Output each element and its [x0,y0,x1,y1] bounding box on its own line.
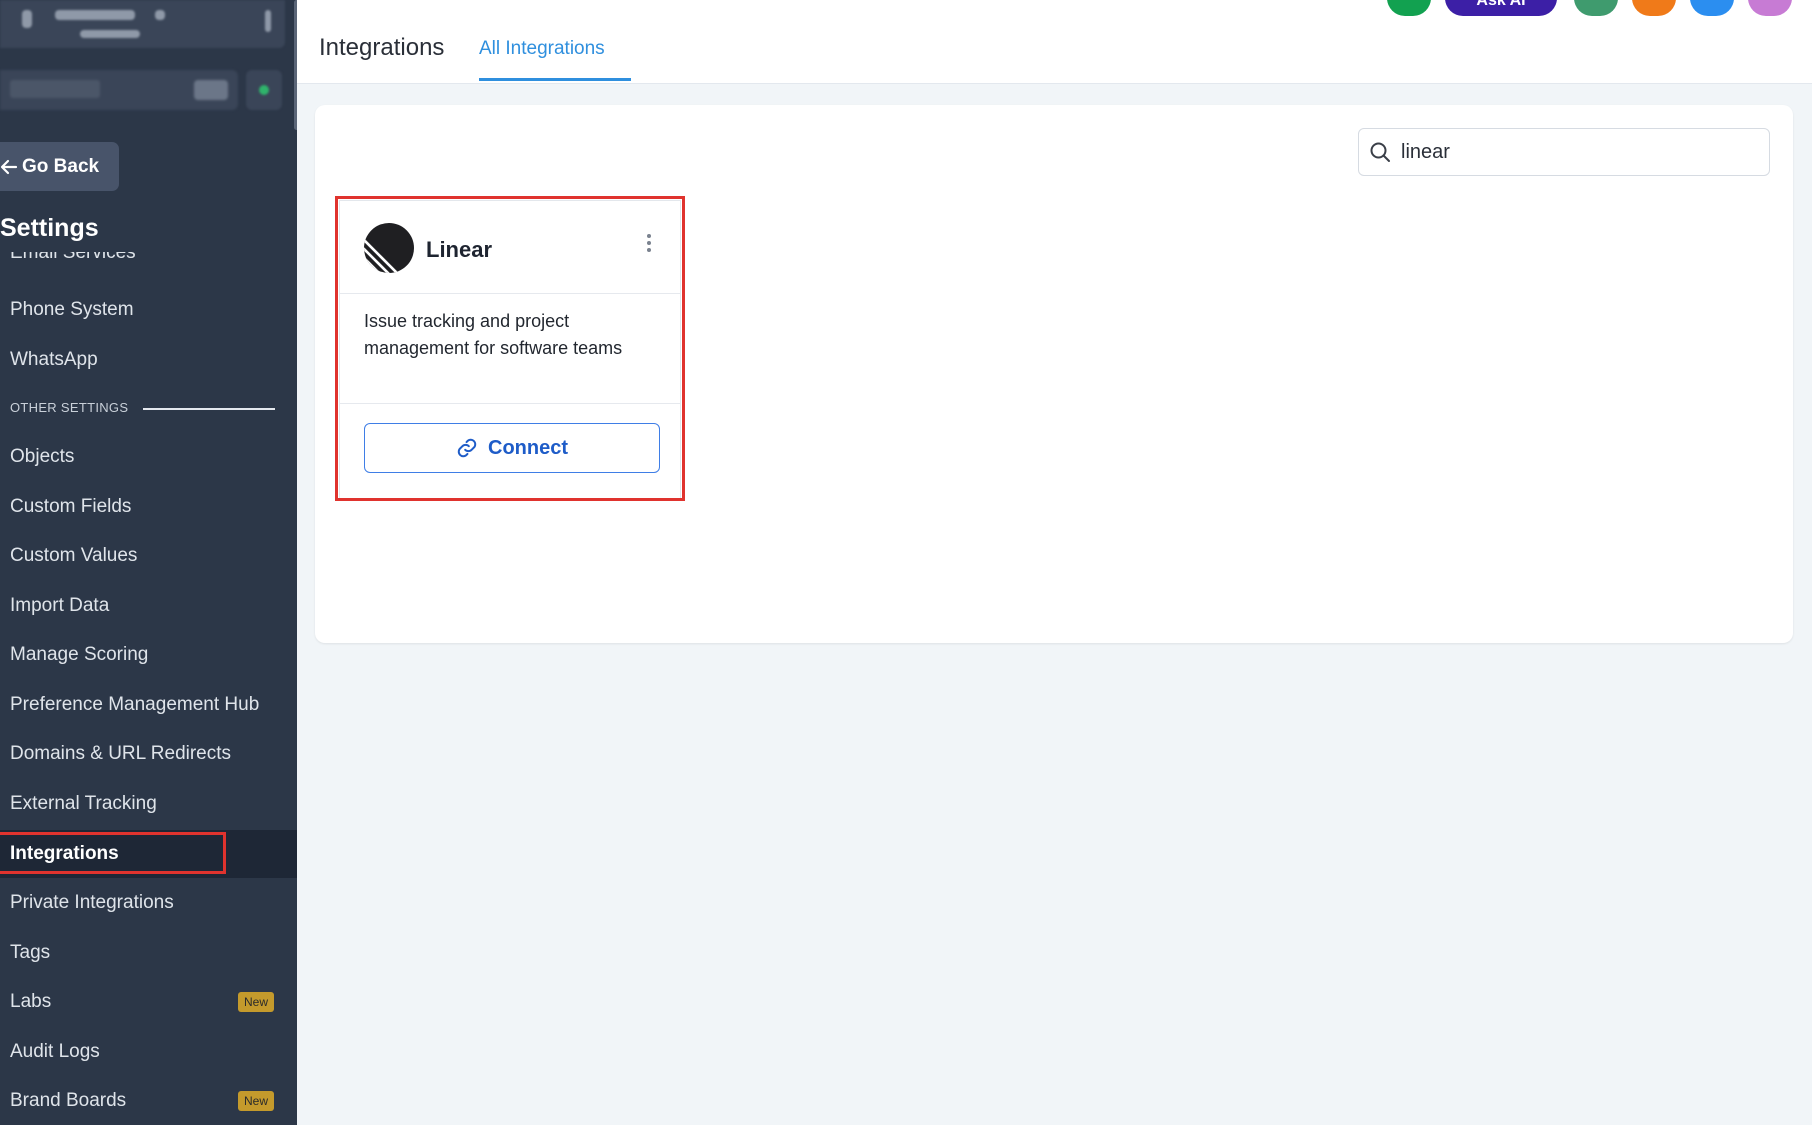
connect-button[interactable]: Connect [364,423,660,473]
sidebar-item-import-data[interactable]: Import Data [0,582,297,630]
go-back-label: Go Back [22,155,100,177]
page-header: Integrations All Integrations Ask AI [297,0,1812,84]
sidebar-item-brand-boards[interactable]: Brand Boards New [0,1077,297,1125]
highlight-box [0,832,226,874]
integration-description: Issue tracking and project management fo… [364,311,623,358]
new-badge: New [237,1091,274,1111]
new-badge: New [237,992,274,1012]
sidebar-item-tags[interactable]: Tags [0,929,297,977]
search-input[interactable] [1399,139,1763,165]
tab-all-integrations[interactable]: All Integrations [479,38,605,60]
connect-label: Connect [488,436,568,459]
section-label-other-settings: OTHER SETTINGS [10,400,129,415]
sidebar-item-custom-values[interactable]: Custom Values [0,532,297,580]
megaphone-icon[interactable] [1574,0,1618,16]
sidebar-item-whatsapp[interactable]: WhatsApp [0,336,297,384]
card-divider [340,403,680,404]
account-switcher[interactable] [0,0,285,48]
sidebar-item-labs[interactable]: Labs New [0,978,297,1026]
sidebar-item-external-tracking[interactable]: External Tracking [0,780,297,828]
integration-search[interactable] [1358,128,1770,176]
go-back-button[interactable]: Go Back [0,142,119,191]
integration-name: Linear [426,237,493,262]
section-divider [143,408,275,410]
sidebar-item-domains-url-redirects[interactable]: Domains & URL Redirects [0,730,297,778]
sidebar-item-audit-logs[interactable]: Audit Logs [0,1028,297,1076]
ask-ai-button[interactable]: Ask AI [1445,0,1557,16]
integrations-panel: Linear Issue tracking and project manage… [315,105,1793,643]
sidebar-item-objects[interactable]: Objects [0,433,297,481]
search-icon [1370,142,1390,162]
sidebar-item-private-integrations[interactable]: Private Integrations [0,879,297,927]
sidebar-item-preference-management-hub[interactable]: Preference Management Hub [0,681,297,729]
sidebar-item-email-services[interactable]: Email Services [10,252,136,272]
quick-action-button[interactable] [246,70,282,110]
card-header: Linear [340,201,680,294]
integration-card-linear: Linear Issue tracking and project manage… [339,200,681,500]
arrow-left-icon [0,159,18,174]
settings-title: Settings [0,214,99,242]
bell-icon[interactable] [1632,0,1676,16]
avatar[interactable] [1748,0,1792,16]
sidebar-item-manage-scoring[interactable]: Manage Scoring [0,631,297,679]
more-options-icon[interactable] [644,231,654,261]
linear-logo-icon [364,223,414,273]
page-title: Integrations [319,34,445,61]
sidebar: Go Back Settings Email Services Phone Sy… [0,0,297,1125]
sidebar-item-custom-fields[interactable]: Custom Fields [0,483,297,531]
help-icon[interactable] [1690,0,1734,16]
active-tab-indicator [479,78,631,81]
sidebar-item-phone-system[interactable]: Phone System [0,286,297,334]
phone-icon[interactable] [1387,0,1431,16]
sidebar-search-input[interactable] [0,70,238,110]
link-icon [457,438,477,458]
